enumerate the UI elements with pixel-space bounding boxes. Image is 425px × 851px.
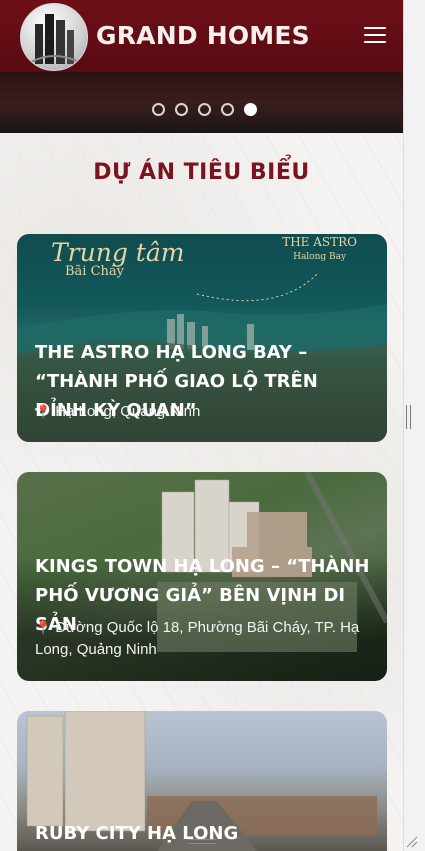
resize-grip-icon[interactable] bbox=[405, 836, 419, 848]
drag-handle[interactable] bbox=[188, 839, 216, 847]
hero-slider bbox=[0, 72, 403, 133]
slider-dot[interactable] bbox=[221, 103, 234, 116]
project-location-text: Hạ Long, Quảng Ninh bbox=[55, 403, 201, 420]
site-header: GRAND HOMES bbox=[0, 0, 403, 72]
location-pin-icon: 📍 bbox=[35, 404, 52, 419]
project-brand-logo: THE ASTRO Halong Bay bbox=[282, 236, 357, 264]
project-card[interactable]: Trung tâm Bãi Cháy THE ASTRO Halong Bay … bbox=[17, 234, 387, 442]
brand-name[interactable]: GRAND HOMES bbox=[96, 21, 310, 50]
hamburger-menu-icon[interactable] bbox=[364, 27, 386, 44]
location-pin-icon: 📍 bbox=[35, 620, 52, 635]
project-location: 📍 Hạ Long, Quảng Ninh bbox=[35, 401, 371, 423]
project-card[interactable]: KINGS TOWN HẠ LONG – “THÀNH PHỐ VƯƠNG GI… bbox=[17, 472, 387, 681]
scrollbar-grip-icon[interactable] bbox=[406, 405, 412, 429]
project-location-text: Đường Quốc lộ 18, Phường Bãi Cháy, TP. H… bbox=[35, 619, 360, 658]
project-brand-logo-line1: THE ASTRO bbox=[282, 235, 357, 249]
slider-dot-active[interactable] bbox=[244, 103, 257, 116]
project-brand-logo-line2: Halong Bay bbox=[293, 252, 347, 262]
slider-pagination bbox=[152, 103, 257, 116]
slider-dot[interactable] bbox=[175, 103, 188, 116]
image-caption-sub: Bãi Cháy bbox=[65, 264, 125, 279]
building-logo-icon[interactable] bbox=[20, 3, 88, 71]
image-caption-main: Trung tâm bbox=[51, 238, 185, 267]
slider-dot[interactable] bbox=[152, 103, 165, 116]
section-title: DỰ ÁN TIÊU BIỂU bbox=[93, 160, 310, 185]
project-location: 📍 Đường Quốc lộ 18, Phường Bãi Cháy, TP. … bbox=[35, 617, 371, 661]
project-card[interactable]: RUBY CITY HẠ LONG bbox=[17, 711, 387, 851]
page: GRAND HOMES DỰ ÁN TIÊU BIỂU Trung tâm Bã… bbox=[0, 0, 403, 851]
slider-dot[interactable] bbox=[198, 103, 211, 116]
